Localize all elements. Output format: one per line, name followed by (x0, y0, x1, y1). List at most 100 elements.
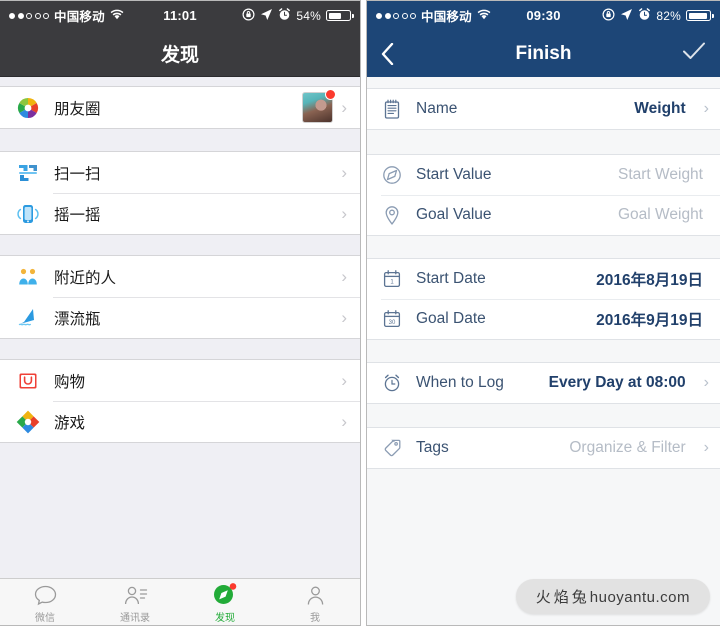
person-icon (304, 583, 327, 606)
empty-area (0, 443, 360, 578)
row-value[interactable]: 2016年9月19日 (596, 308, 703, 330)
row-tags[interactable]: Tags Organize & Filter › (367, 428, 720, 468)
list-gap (367, 340, 720, 362)
right-status-bar: 中国移动 09:30 82% (367, 1, 720, 30)
shopping-bag-icon (14, 367, 42, 395)
chat-bubble-icon (34, 583, 57, 606)
row-value-placeholder[interactable]: Goal Weight (618, 206, 703, 224)
row-when-to-log[interactable]: When to Log Every Day at 08:00 › (367, 363, 720, 403)
row-goal-value[interactable]: Goal Value Goal Weight (367, 195, 720, 235)
form-group-values: Start Value Start Weight Goal Value Goal… (367, 154, 720, 236)
left-navbar: 发现 (0, 30, 360, 77)
chevron-right-icon: › (341, 204, 347, 223)
nearby-people-icon (14, 263, 42, 291)
right-navbar: Finish (367, 30, 720, 77)
row-moments[interactable]: 朋友圈 › (0, 87, 360, 128)
tab-wechat[interactable]: 微信 (0, 583, 90, 624)
battery-percent-label: 82% (656, 8, 681, 23)
games-icon (14, 408, 42, 436)
tab-label: 微信 (35, 612, 55, 624)
tab-contacts[interactable]: 通讯录 (90, 583, 180, 624)
form-group-schedule: When to Log Every Day at 08:00 › (367, 362, 720, 404)
signal-strength-icon (9, 12, 49, 19)
tab-label: 通讯录 (120, 612, 150, 624)
right-phone-screen: 中国移动 09:30 82% Finish Name Weight › Star… (366, 0, 720, 626)
row-label: Goal Date (416, 310, 486, 327)
row-name[interactable]: Name Weight › (367, 89, 720, 129)
compass-icon (381, 164, 403, 186)
form-group-tags: Tags Organize & Filter › (367, 427, 720, 469)
chevron-right-icon: › (703, 100, 709, 117)
list-gap (367, 130, 720, 154)
chevron-right-icon: › (341, 163, 347, 182)
list-gap (0, 77, 360, 86)
page-title: Finish (515, 42, 572, 64)
row-label: 漂流瓶 (54, 310, 101, 328)
watermark: 火焰兔huoyantu.com (515, 579, 710, 614)
row-drift-bottle[interactable]: 漂流瓶 › (0, 297, 360, 338)
carrier-label: 中国移动 (421, 10, 472, 24)
screenshot-stage: 中国移动 11:01 54% 发现 朋友圈 › 扫一扫 › 摇一摇 › 附近的人… (0, 0, 720, 626)
list-gap (367, 404, 720, 427)
back-chevron-icon[interactable] (381, 42, 411, 65)
signal-strength-icon (376, 12, 416, 19)
carrier-label: 中国移动 (54, 10, 105, 24)
row-scan[interactable]: 扫一扫 › (0, 152, 360, 193)
scan-qr-icon (14, 159, 42, 187)
row-label: Start Value (416, 166, 492, 183)
watermark-site-label: huoyantu.com (589, 589, 690, 606)
row-label: 附近的人 (54, 269, 117, 287)
notepad-icon (381, 98, 403, 120)
row-value[interactable]: 2016年8月19日 (596, 268, 703, 290)
clock-label: 09:30 (526, 8, 561, 23)
row-shopping[interactable]: 购物 › (0, 360, 360, 401)
watermark-cn-label: 火焰兔 (535, 589, 590, 606)
rotation-lock-icon (242, 8, 255, 24)
row-nearby-people[interactable]: 附近的人 › (0, 256, 360, 297)
row-label: When to Log (416, 374, 504, 391)
tab-me[interactable]: 我 (270, 583, 360, 624)
shake-icon (14, 200, 42, 228)
row-shake[interactable]: 摇一摇 › (0, 193, 360, 234)
list-group-nearby-bottle: 附近的人 › 漂流瓶 › (0, 255, 360, 339)
unread-badge (325, 89, 337, 100)
row-value[interactable]: Weight (634, 100, 685, 118)
battery-icon (686, 10, 714, 21)
row-value[interactable]: Every Day at 08:00 (549, 374, 686, 392)
chevron-right-icon: › (341, 412, 347, 431)
row-label: Start Date (416, 270, 486, 287)
chevron-right-icon: › (341, 308, 347, 327)
row-value-placeholder[interactable]: Start Weight (618, 166, 703, 184)
page-title: 发现 (160, 44, 199, 66)
chevron-right-icon: › (341, 98, 347, 117)
contacts-icon (123, 583, 148, 606)
battery-icon (326, 10, 354, 21)
tab-label: 发现 (215, 612, 235, 624)
tab-bar: 微信 通讯录 发现 我 (0, 578, 360, 625)
row-goal-date[interactable]: 30 Goal Date 2016年9月19日 (367, 299, 720, 339)
checkmark-icon[interactable] (682, 41, 706, 66)
list-gap (0, 339, 360, 359)
svg-text:30: 30 (389, 320, 396, 326)
row-games[interactable]: 游戏 › (0, 401, 360, 442)
calendar-start-icon: 1 (381, 268, 403, 290)
alarm-clock-icon (381, 372, 403, 394)
avatar[interactable] (302, 89, 337, 123)
list-group-shopping-games: 购物 › 游戏 › (0, 359, 360, 443)
row-label: 购物 (54, 373, 86, 391)
tab-discover[interactable]: 发现 (180, 582, 270, 624)
row-value-placeholder[interactable]: Organize & Filter (569, 439, 685, 457)
left-phone-screen: 中国移动 11:01 54% 发现 朋友圈 › 扫一扫 › 摇一摇 › 附近的人… (0, 0, 361, 626)
list-gap (0, 235, 360, 255)
alarm-clock-icon (278, 7, 291, 24)
location-arrow-icon (620, 8, 633, 24)
bottle-icon (14, 304, 42, 332)
location-arrow-icon (260, 8, 273, 24)
tab-label: 我 (310, 612, 320, 624)
left-status-bar: 中国移动 11:01 54% (0, 1, 360, 30)
map-pin-icon (381, 204, 403, 226)
rotation-lock-icon (602, 8, 615, 24)
row-start-value[interactable]: Start Value Start Weight (367, 155, 720, 195)
row-start-date[interactable]: 1 Start Date 2016年8月19日 (367, 259, 720, 299)
svg-text:1: 1 (390, 280, 394, 286)
